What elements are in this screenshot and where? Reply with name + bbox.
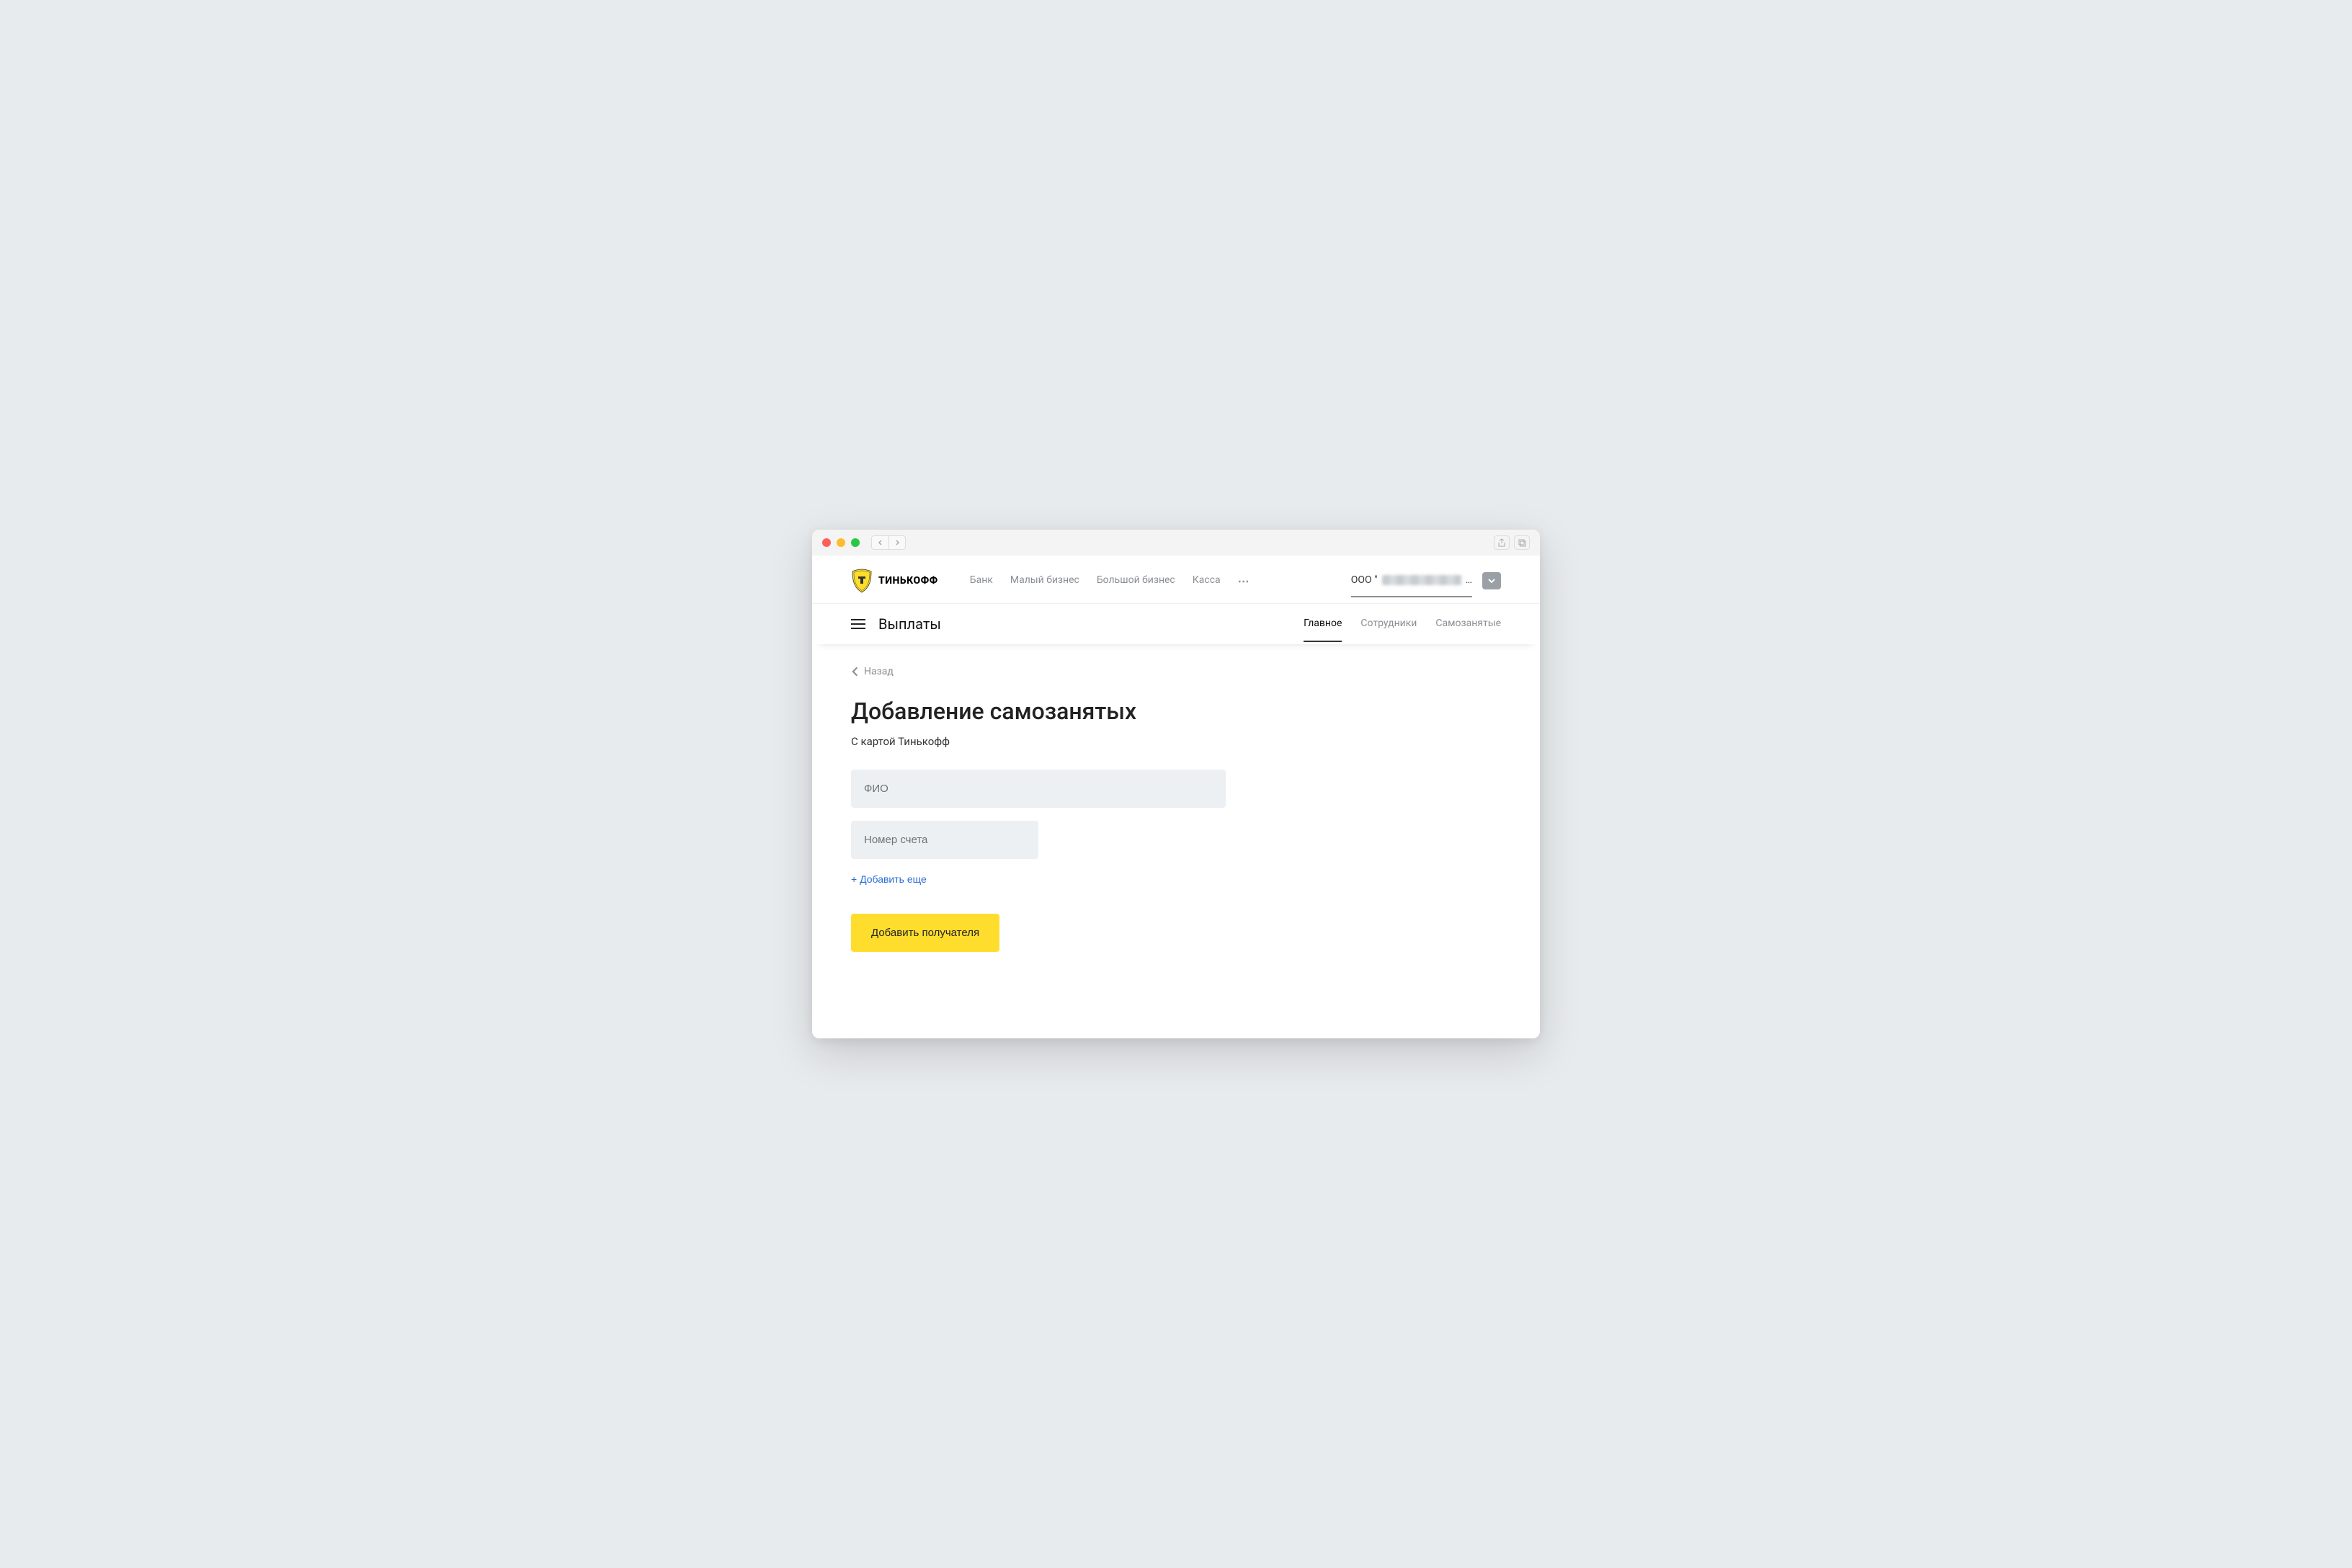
section-title: Выплаты xyxy=(878,615,941,633)
page-body: ТИНЬКОФФ Банк Малый бизнес Большой бизне… xyxy=(812,556,1540,1038)
window-controls xyxy=(822,538,860,547)
browser-nav-buttons xyxy=(871,535,906,550)
page-title: Добавление самозанятых xyxy=(851,698,1501,725)
main-nav: Банк Малый бизнес Большой бизнес Касса ⋯ xyxy=(970,574,1251,588)
add-recipient-button[interactable]: Добавить получателя xyxy=(851,914,999,952)
shield-icon xyxy=(851,569,873,593)
brand-logo[interactable]: ТИНЬКОФФ xyxy=(851,569,938,593)
sub-navigation: Выплаты Главное Сотрудники Самозанятые xyxy=(812,604,1540,644)
close-window-icon[interactable] xyxy=(822,538,831,547)
tabs-icon[interactable] xyxy=(1514,535,1530,550)
maximize-window-icon[interactable] xyxy=(851,538,860,547)
chevron-left-icon xyxy=(851,667,861,677)
nav-item-small-business[interactable]: Малый бизнес xyxy=(1010,574,1079,588)
nav-more-icon[interactable]: ⋯ xyxy=(1238,574,1251,588)
nav-item-bank[interactable]: Банк xyxy=(970,574,993,588)
top-navigation: ТИНЬКОФФ Банк Малый бизнес Большой бизне… xyxy=(812,556,1540,604)
page-subtitle: С картой Тинькофф xyxy=(851,735,1501,748)
main-content: Назад Добавление самозанятых С картой Ти… xyxy=(812,644,1540,1038)
brand-name: ТИНЬКОФФ xyxy=(878,575,938,587)
share-icon[interactable] xyxy=(1494,535,1510,550)
back-link[interactable]: Назад xyxy=(851,666,1501,677)
sub-tabs: Главное Сотрудники Самозанятые xyxy=(1304,618,1501,631)
back-label: Назад xyxy=(864,666,894,677)
browser-forward-button[interactable] xyxy=(888,535,906,550)
tab-main[interactable]: Главное xyxy=(1304,618,1342,642)
add-more-button[interactable]: + Добавить еще xyxy=(851,873,927,885)
company-name-redacted xyxy=(1382,575,1461,585)
account-dropdown-button[interactable] xyxy=(1482,572,1501,589)
nav-item-kassa[interactable]: Касса xyxy=(1193,574,1221,588)
hamburger-menu-icon[interactable] xyxy=(851,619,865,629)
company-selector[interactable]: ООО " … xyxy=(1351,574,1472,597)
tab-self-employed[interactable]: Самозанятые xyxy=(1435,618,1501,642)
tab-employees[interactable]: Сотрудники xyxy=(1360,618,1417,642)
account-number-input[interactable] xyxy=(851,821,1038,859)
company-prefix: ООО " xyxy=(1351,574,1378,586)
company-suffix: … xyxy=(1466,574,1472,586)
browser-right-controls xyxy=(1494,535,1530,550)
nav-item-big-business[interactable]: Большой бизнес xyxy=(1097,574,1175,588)
browser-window: ТИНЬКОФФ Банк Малый бизнес Большой бизне… xyxy=(812,530,1540,1038)
minimize-window-icon[interactable] xyxy=(837,538,845,547)
full-name-input[interactable] xyxy=(851,770,1226,808)
top-right-controls: ООО " … xyxy=(1351,572,1501,589)
browser-chrome xyxy=(812,530,1540,556)
browser-back-button[interactable] xyxy=(871,535,888,550)
